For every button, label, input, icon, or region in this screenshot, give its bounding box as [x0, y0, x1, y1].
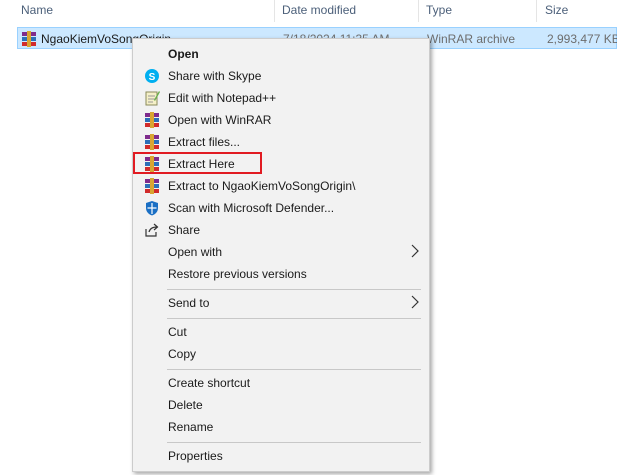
menu-item-send-to[interactable]: Send to	[134, 292, 428, 314]
winrar-icon	[144, 112, 160, 128]
svg-text:S: S	[149, 72, 156, 83]
menu-label: Scan with Microsoft Defender...	[168, 201, 335, 215]
menu-label: Delete	[168, 398, 203, 412]
notepad-plus-icon	[145, 91, 160, 106]
menu-separator	[167, 289, 421, 290]
menu-label: Create shortcut	[168, 376, 251, 390]
menu-item-open-with[interactable]: Open with	[134, 241, 428, 263]
menu-separator	[167, 318, 421, 319]
menu-label: Restore previous versions	[168, 267, 307, 281]
column-divider[interactable]	[274, 0, 275, 22]
menu-item-rename[interactable]: Rename	[134, 416, 428, 438]
column-header-bar: Name Date modified Type Size	[0, 0, 617, 22]
menu-label: Share with Skype	[168, 69, 262, 83]
column-divider[interactable]	[536, 0, 537, 22]
column-date-modified[interactable]: Date modified	[282, 3, 356, 17]
file-size: 2,993,477 KB	[547, 32, 617, 46]
chevron-right-icon	[411, 295, 419, 309]
menu-item-open[interactable]: Open	[134, 43, 428, 65]
column-divider[interactable]	[418, 0, 419, 22]
menu-label: Rename	[168, 420, 214, 434]
winrar-archive-icon	[21, 31, 37, 47]
menu-label: Extract files...	[168, 135, 241, 149]
menu-item-scan-defender[interactable]: Scan with Microsoft Defender...	[134, 197, 428, 219]
menu-item-copy[interactable]: Copy	[134, 343, 428, 365]
winrar-icon	[144, 134, 160, 150]
menu-label: Open	[168, 47, 199, 61]
menu-item-restore-previous[interactable]: Restore previous versions	[134, 263, 428, 285]
menu-label: Cut	[168, 325, 187, 339]
menu-item-open-winrar[interactable]: Open with WinRAR	[134, 109, 428, 131]
skype-icon: S	[145, 69, 159, 83]
menu-label: Copy	[168, 347, 197, 361]
menu-item-share-skype[interactable]: S Share with Skype	[134, 65, 428, 87]
menu-item-share[interactable]: Share	[134, 219, 428, 241]
chevron-right-icon	[411, 244, 419, 258]
column-type[interactable]: Type	[426, 3, 452, 17]
menu-label: Edit with Notepad++	[168, 91, 277, 105]
context-menu: Open S Share with Skype Edit with Notepa…	[132, 38, 430, 472]
menu-item-extract-files[interactable]: Extract files...	[134, 131, 428, 153]
menu-label: Properties	[168, 449, 223, 463]
winrar-icon	[144, 178, 160, 194]
menu-label: Extract to NgaoKiemVoSongOrigin\	[168, 179, 356, 193]
menu-item-extract-to[interactable]: Extract to NgaoKiemVoSongOrigin\	[134, 175, 428, 197]
defender-shield-icon	[146, 201, 158, 216]
menu-item-properties[interactable]: Properties	[134, 445, 428, 467]
menu-separator	[167, 442, 421, 443]
menu-item-edit-notepad[interactable]: Edit with Notepad++	[134, 87, 428, 109]
menu-label: Open with WinRAR	[168, 113, 272, 127]
column-name[interactable]: Name	[21, 3, 53, 17]
menu-item-cut[interactable]: Cut	[134, 321, 428, 343]
extract-here-highlight-box	[133, 152, 262, 174]
menu-label: Send to	[168, 296, 210, 310]
menu-item-create-shortcut[interactable]: Create shortcut	[134, 372, 428, 394]
column-size[interactable]: Size	[545, 3, 568, 17]
menu-item-delete[interactable]: Delete	[134, 394, 428, 416]
menu-label: Share	[168, 223, 201, 237]
menu-separator	[167, 369, 421, 370]
file-type: WinRAR archive	[427, 32, 516, 46]
share-icon	[145, 223, 159, 237]
menu-label: Open with	[168, 245, 223, 259]
